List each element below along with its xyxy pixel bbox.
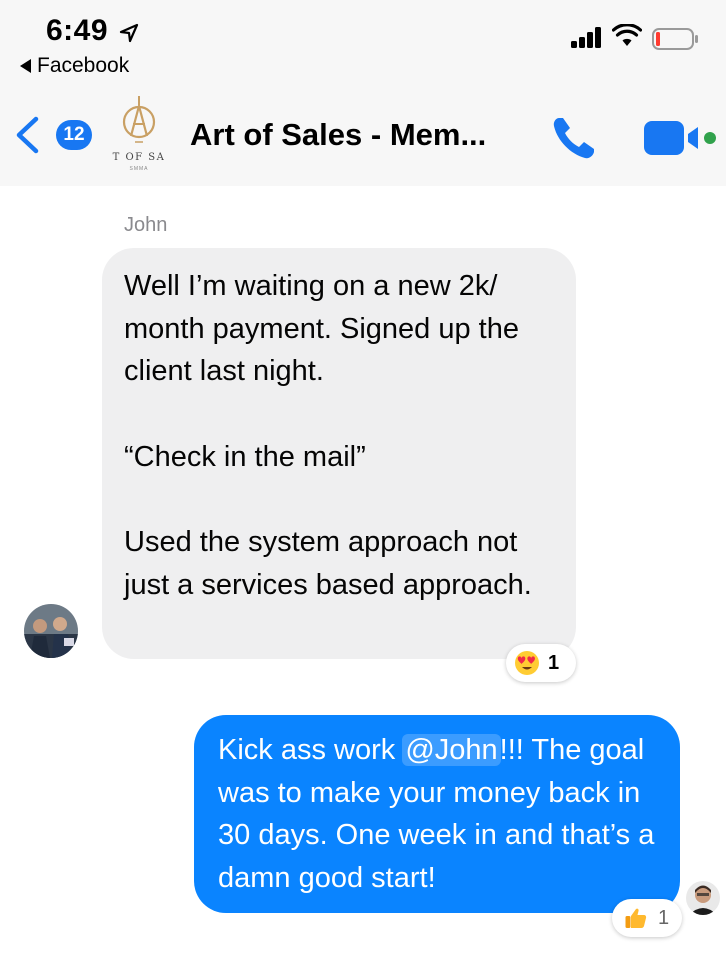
message-text-before: Kick ass work (218, 734, 404, 766)
battery-icon (652, 28, 698, 50)
message-text: Kick ass work @John!!! The goal was to m… (218, 729, 660, 899)
sender-avatar[interactable] (24, 604, 78, 658)
unread-count-badge: 12 (56, 120, 92, 150)
incoming-message-bubble[interactable]: Well I’m waiting on a new 2k/ month paym… (102, 248, 576, 659)
outgoing-message-bubble[interactable]: Kick ass work @John!!! The goal was to m… (194, 715, 680, 913)
user-mention[interactable]: @John (402, 734, 501, 766)
wifi-icon (612, 24, 642, 46)
message-paragraph: Well I’m waiting on a new 2k/ month paym… (124, 270, 519, 387)
message-paragraph: “Check in the mail” (124, 440, 366, 473)
sender-name: John (124, 214, 168, 236)
location-arrow-icon (119, 23, 139, 43)
own-avatar[interactable] (686, 881, 720, 915)
reaction-count: 1 (658, 906, 670, 929)
cellular-signal-icon (571, 26, 603, 48)
back-button[interactable]: 12 (14, 114, 92, 156)
group-logo-subcaption: SMMA (129, 166, 149, 172)
group-logo-caption: T OF SA (112, 152, 166, 163)
status-time: 6:49 (46, 14, 109, 47)
back-triangle-icon (20, 59, 31, 73)
chevron-left-icon (16, 116, 39, 154)
reaction-count: 1 (548, 651, 560, 674)
back-to-app-link[interactable]: Facebook (20, 54, 129, 78)
heart-eyes-emoji-icon (515, 651, 539, 675)
phone-icon[interactable] (550, 114, 598, 162)
video-camera-icon[interactable] (642, 119, 718, 157)
chat-title[interactable]: Art of Sales - Mem... (190, 117, 486, 153)
back-app-label: Facebook (37, 54, 130, 77)
art-of-sales-logo-icon (122, 96, 156, 143)
top-bar: 6:49 Facebook 12 T OF SA SMMA Art of Sal… (0, 0, 726, 186)
reaction-pill[interactable]: 1 (506, 644, 576, 682)
reaction-pill[interactable]: 1 (612, 899, 682, 937)
thumbs-up-emoji-icon (625, 908, 647, 928)
message-paragraph: Used the system approach not just a serv… (124, 526, 532, 601)
group-avatar[interactable]: T OF SA SMMA (104, 96, 174, 178)
